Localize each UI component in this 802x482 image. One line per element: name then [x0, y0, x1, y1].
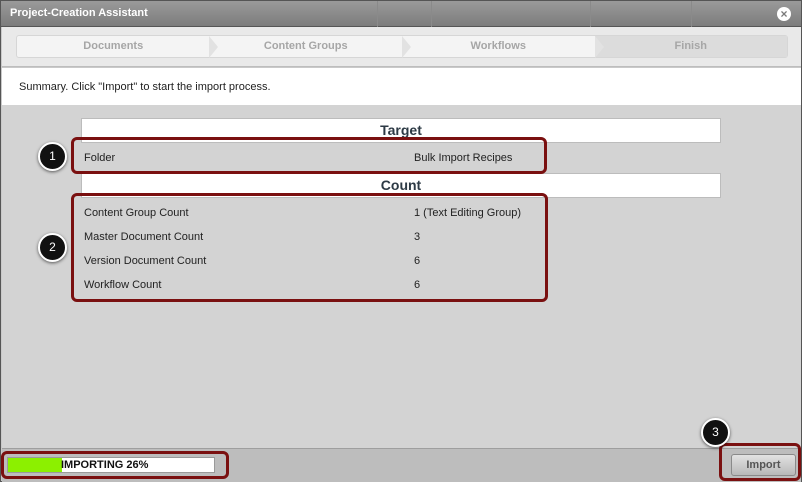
dialog-titlebar: Project-Creation Assistant ×: [1, 1, 801, 27]
summary-bar: Summary. Click "Import" to start the imp…: [2, 68, 801, 106]
highlight-target: [71, 137, 547, 174]
step-content-groups[interactable]: Content Groups: [210, 36, 403, 57]
step-finish[interactable]: Finish: [594, 36, 787, 57]
dialog-title: Project-Creation Assistant: [10, 7, 148, 19]
titlebar-divider: [691, 1, 692, 27]
wizard-steps: Documents Content Groups Workflows Finis…: [16, 35, 788, 58]
close-icon[interactable]: ×: [777, 7, 791, 21]
step-documents[interactable]: Documents: [17, 36, 210, 57]
step-chevron-icon: [595, 36, 604, 58]
titlebar-divider: [590, 1, 591, 27]
summary-text: Summary. Click "Import" to start the imp…: [19, 81, 271, 93]
step-chevron-icon: [402, 36, 411, 58]
titlebar-divider: [377, 1, 378, 27]
callout-marker-3: 3: [701, 418, 730, 447]
callout-marker-2: 2: [38, 233, 67, 262]
step-workflows[interactable]: Workflows: [402, 36, 595, 57]
step-chevron-icon: [209, 36, 218, 58]
highlight-import: [719, 443, 801, 481]
callout-marker-1: 1: [38, 142, 67, 171]
highlight-progress: [1, 451, 229, 479]
titlebar-divider: [431, 1, 432, 27]
wizard-steps-bar: Documents Content Groups Workflows Finis…: [2, 27, 801, 67]
highlight-count: [71, 193, 548, 302]
